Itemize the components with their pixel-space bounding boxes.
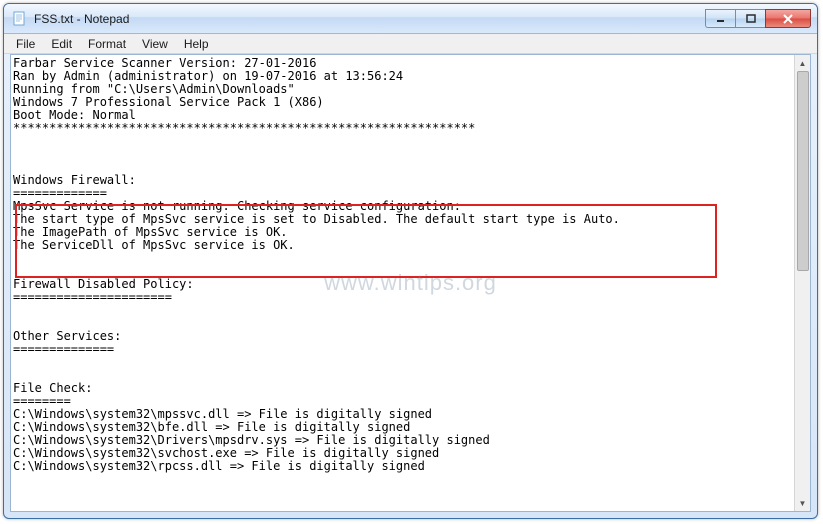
- menu-file[interactable]: File: [8, 35, 43, 53]
- menu-view[interactable]: View: [134, 35, 176, 53]
- editor-area: Farbar Service Scanner Version: 27-01-20…: [10, 54, 811, 512]
- menu-edit[interactable]: Edit: [43, 35, 80, 53]
- maximize-button[interactable]: [735, 9, 765, 28]
- scroll-down-arrow[interactable]: ▼: [795, 495, 810, 511]
- window-controls: [705, 9, 811, 28]
- minimize-button[interactable]: [705, 9, 735, 28]
- menubar: File Edit Format View Help: [4, 34, 817, 54]
- titlebar[interactable]: FSS.txt - Notepad: [4, 4, 817, 34]
- scroll-thumb[interactable]: [797, 71, 809, 271]
- menu-format[interactable]: Format: [80, 35, 134, 53]
- vertical-scrollbar: ▲ ▼: [794, 55, 810, 511]
- text-content[interactable]: Farbar Service Scanner Version: 27-01-20…: [11, 55, 794, 511]
- window-title: FSS.txt - Notepad: [34, 12, 705, 26]
- notepad-icon: [12, 11, 28, 27]
- menu-help[interactable]: Help: [176, 35, 217, 53]
- notepad-window: FSS.txt - Notepad File Edit Format View …: [3, 3, 818, 519]
- scroll-up-arrow[interactable]: ▲: [795, 55, 810, 71]
- close-button[interactable]: [765, 9, 811, 28]
